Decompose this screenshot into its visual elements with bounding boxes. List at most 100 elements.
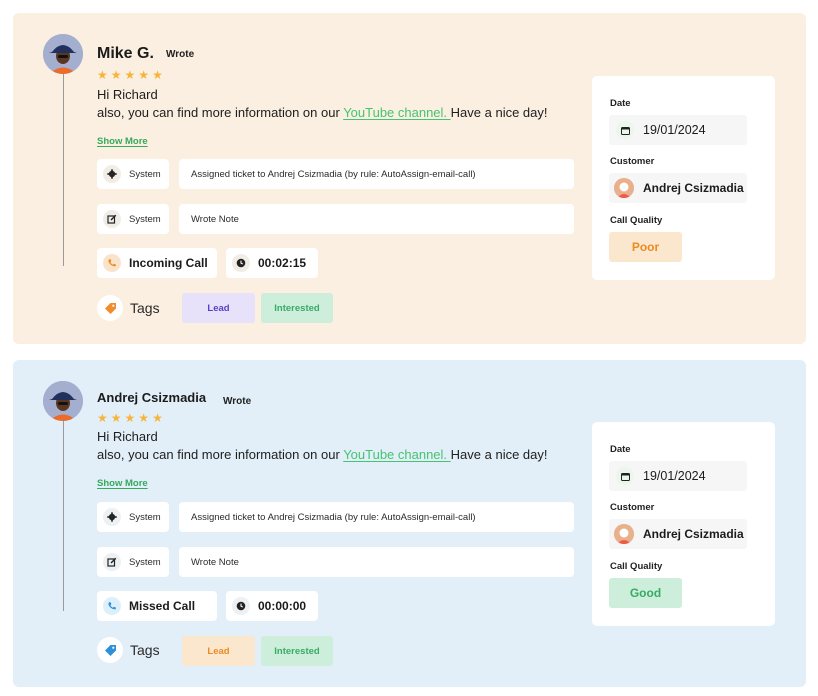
customer-name: Andrej Csizmadia (643, 181, 744, 195)
star-icon: ★ (110, 411, 122, 425)
activity-actor-pill: System (97, 502, 169, 532)
customer-field[interactable]: Andrej Csizmadia (609, 173, 747, 203)
tags-row: Tags (97, 637, 160, 663)
note-icon (103, 210, 121, 228)
call-quality-label: Call Quality (610, 215, 663, 226)
call-duration-pill: 00:00:00 (226, 591, 318, 621)
person-avatar-icon (43, 34, 83, 74)
activity-text: Wrote Note (191, 213, 239, 225)
customer-name: Andrej Csizmadia (643, 527, 744, 541)
activity-actor-pill: System (97, 547, 169, 577)
message-text-end: Have a nice day! (450, 447, 548, 462)
customer-field[interactable]: Andrej Csizmadia (609, 519, 747, 549)
activity-text: Assigned ticket to Andrej Csizmadia (by … (191, 511, 476, 523)
activity-actor: System (129, 556, 161, 568)
timeline-line (63, 74, 64, 266)
tag-icon (97, 295, 123, 321)
clock-icon (232, 597, 250, 615)
author-avatar[interactable] (43, 381, 83, 421)
call-label: Incoming Call (129, 256, 208, 270)
calendar-icon (616, 121, 634, 139)
date-value: 19/01/2024 (643, 469, 706, 483)
wrote-label: Wrote (223, 396, 252, 407)
person-avatar-icon (43, 381, 83, 421)
youtube-link[interactable]: YouTube channel. (343, 105, 450, 120)
show-more-link[interactable]: Show More (97, 478, 148, 489)
call-quality-badge[interactable]: Good (609, 578, 682, 608)
star-icon: ★ (124, 411, 136, 425)
activity-text: Assigned ticket to Andrej Csizmadia (by … (191, 168, 476, 180)
wrote-label: Wrote (166, 49, 195, 60)
activity-text-pill: Wrote Note (179, 204, 574, 234)
author-name: Mike G. (97, 45, 154, 62)
phone-missed-icon (103, 597, 121, 615)
message-text: also, you can find more information on o… (97, 105, 344, 120)
date-label: Date (610, 444, 631, 455)
activity-actor-pill: System (97, 159, 169, 189)
calendar-icon (616, 467, 634, 485)
tags-label: Tags (130, 642, 160, 658)
youtube-link[interactable]: YouTube channel. (343, 447, 450, 462)
star-icon: ★ (110, 68, 122, 82)
phone-incoming-icon (103, 254, 121, 272)
customer-avatar-icon (614, 178, 634, 198)
tags-label: Tags (130, 300, 160, 316)
rating-stars: ★ ★ ★ ★ ★ (97, 412, 163, 424)
rating-stars: ★ ★ ★ ★ ★ (97, 69, 163, 81)
details-panel: Date 19/01/2024 Customer Andrej Csizmadi… (592, 422, 775, 626)
customer-label: Customer (610, 502, 655, 513)
details-panel: Date 19/01/2024 Customer Andrej Csizmadi… (592, 76, 775, 280)
clock-icon (232, 254, 250, 272)
tag-lead[interactable]: Lead (182, 293, 255, 323)
activity-text: Wrote Note (191, 556, 239, 568)
tag-interested[interactable]: Interested (261, 636, 333, 666)
star-icon: ★ (124, 68, 136, 82)
call-label: Missed Call (129, 599, 196, 613)
call-type-pill[interactable]: Missed Call (97, 591, 217, 621)
call-duration: 00:00:00 (258, 599, 307, 613)
star-icon: ★ (138, 68, 150, 82)
activity-actor: System (129, 213, 161, 225)
activity-text-pill: Assigned ticket to Andrej Csizmadia (by … (179, 502, 574, 532)
activity-actor-pill: System (97, 204, 169, 234)
review-card-andrej: Andrej Csizmadia Wrote ★ ★ ★ ★ ★ Hi Rich… (13, 360, 806, 687)
customer-label: Customer (610, 156, 655, 167)
author-avatar[interactable] (43, 34, 83, 74)
star-icon: ★ (97, 411, 108, 425)
star-icon: ★ (138, 411, 150, 425)
tag-lead[interactable]: Lead (182, 636, 255, 666)
activity-text-pill: Assigned ticket to Andrej Csizmadia (by … (179, 159, 574, 189)
call-duration: 00:02:15 (258, 256, 307, 270)
show-more-link[interactable]: Show More (97, 136, 148, 147)
message-text-end: Have a nice day! (450, 105, 548, 120)
tag-icon (97, 637, 123, 663)
star-icon: ★ (152, 411, 163, 425)
message-body: also, you can find more information on o… (97, 447, 548, 462)
call-quality-label: Call Quality (610, 561, 663, 572)
review-card-mike: Mike G. Wrote ★ ★ ★ ★ ★ Hi Richard also,… (13, 13, 806, 344)
date-field[interactable]: 19/01/2024 (609, 461, 747, 491)
call-duration-pill: 00:02:15 (226, 248, 318, 278)
date-field[interactable]: 19/01/2024 (609, 115, 747, 145)
star-icon: ★ (97, 68, 108, 82)
gear-icon (103, 508, 121, 526)
date-value: 19/01/2024 (643, 123, 706, 137)
message-greeting: Hi Richard (97, 87, 158, 102)
activity-text-pill: Wrote Note (179, 547, 574, 577)
message-text: also, you can find more information on o… (97, 447, 344, 462)
activity-actor: System (129, 168, 161, 180)
date-label: Date (610, 98, 631, 109)
message-body: also, you can find more information on o… (97, 105, 548, 120)
author-name: Andrej Csizmadia (97, 390, 207, 405)
call-quality-badge[interactable]: Poor (609, 232, 682, 262)
call-type-pill[interactable]: Incoming Call (97, 248, 217, 278)
customer-avatar-icon (614, 524, 634, 544)
timeline-line (63, 421, 64, 611)
message-greeting: Hi Richard (97, 429, 158, 444)
activity-actor: System (129, 511, 161, 523)
star-icon: ★ (152, 68, 163, 82)
tag-interested[interactable]: Interested (261, 293, 333, 323)
gear-icon (103, 165, 121, 183)
tags-row: Tags (97, 295, 160, 321)
note-icon (103, 553, 121, 571)
